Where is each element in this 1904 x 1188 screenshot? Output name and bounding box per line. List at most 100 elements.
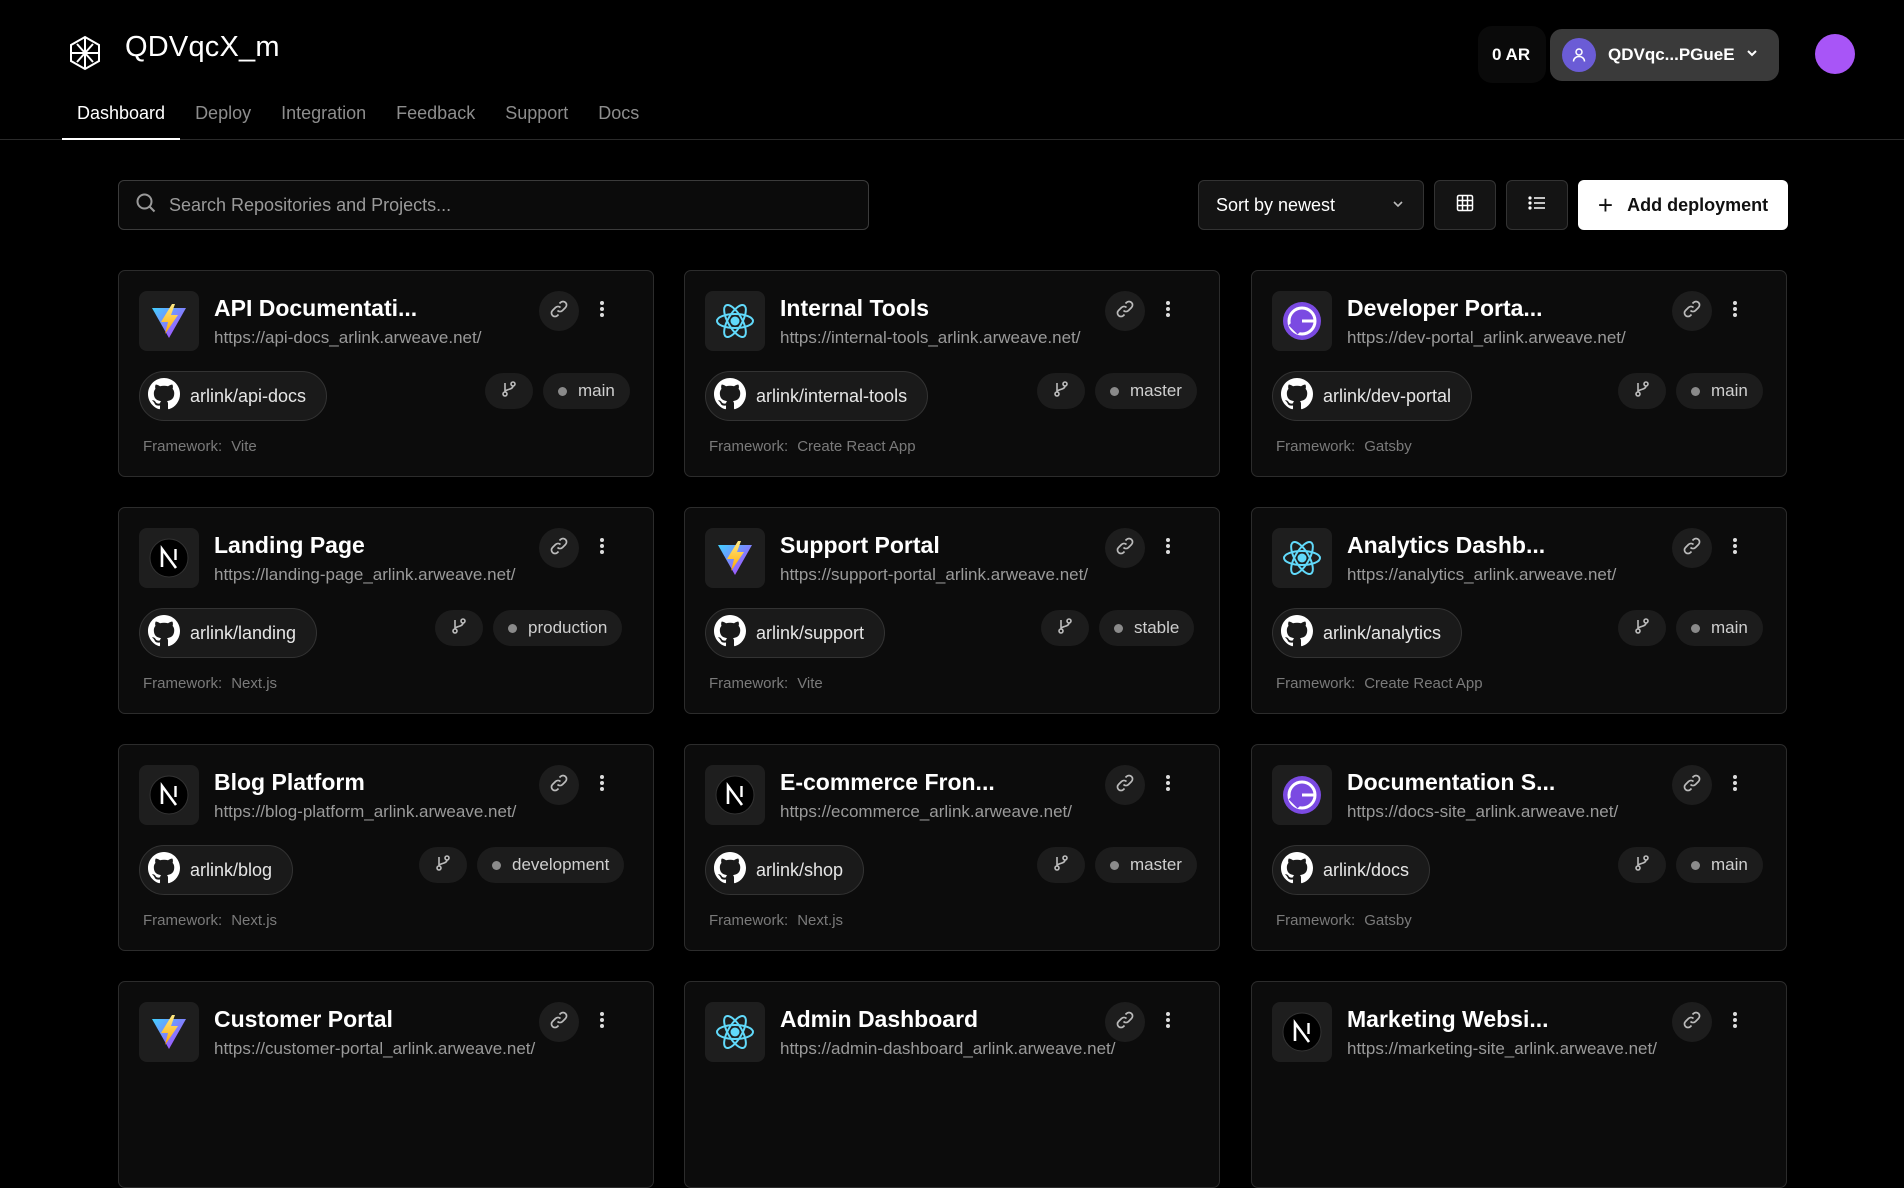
tab-docs[interactable]: Docs	[583, 100, 654, 140]
add-deployment-button[interactable]: + Add deployment	[1578, 180, 1788, 230]
repo-badge[interactable]: arlink/support	[705, 608, 886, 658]
project-url[interactable]: https://dev-portal_arlink.arweave.net/	[1347, 328, 1626, 348]
project-name[interactable]: API Documentati...	[214, 295, 417, 322]
open-link-button[interactable]	[1672, 1002, 1712, 1042]
open-link-button[interactable]	[539, 1002, 579, 1042]
more-options-button[interactable]	[592, 765, 612, 805]
project-name[interactable]: Blog Platform	[214, 769, 365, 796]
repo-badge[interactable]: arlink/shop	[705, 845, 865, 895]
open-link-button[interactable]	[539, 291, 579, 331]
app-logo-icon[interactable]	[66, 34, 104, 72]
more-options-button[interactable]	[1725, 1002, 1745, 1042]
more-options-button[interactable]	[1158, 291, 1178, 331]
project-url[interactable]: https://internal-tools_arlink.arweave.ne…	[780, 328, 1081, 348]
open-link-button[interactable]	[1672, 291, 1712, 331]
project-card[interactable]: Admin Dashboard https://admin-dashboard_a…	[684, 981, 1220, 1188]
project-url[interactable]: https://analytics_arlink.arweave.net/	[1347, 565, 1616, 585]
project-url[interactable]: https://api-docs_arlink.arweave.net/	[214, 328, 481, 348]
open-link-button[interactable]	[539, 765, 579, 805]
project-name[interactable]: Developer Porta...	[1347, 295, 1543, 322]
sort-dropdown[interactable]: Sort by newest	[1198, 180, 1424, 230]
balance-display: 0 AR	[1478, 26, 1547, 83]
open-link-button[interactable]	[1672, 765, 1712, 805]
profile-avatar[interactable]	[1815, 34, 1855, 74]
sort-label: Sort by newest	[1216, 194, 1336, 215]
project-name[interactable]: Admin Dashboard	[780, 1006, 978, 1033]
project-name[interactable]: Internal Tools	[780, 295, 929, 322]
git-branch-button[interactable]	[419, 847, 467, 883]
open-link-button[interactable]	[1105, 1002, 1145, 1042]
more-options-button[interactable]	[1725, 765, 1745, 805]
project-url[interactable]: https://admin-dashboard_arlink.arweave.n…	[780, 1039, 1115, 1059]
project-name[interactable]: Landing Page	[214, 532, 365, 559]
project-card[interactable]: E-commerce Fron... https://ecommerce_arli…	[684, 744, 1220, 951]
project-card[interactable]: Analytics Dashb... https://analytics_arli…	[1251, 507, 1787, 714]
repo-badge[interactable]: arlink/blog	[139, 845, 294, 895]
open-link-button[interactable]	[539, 528, 579, 568]
more-options-button[interactable]	[1725, 528, 1745, 568]
open-link-button[interactable]	[1105, 291, 1145, 331]
project-card[interactable]: Internal Tools https://internal-tools_arl…	[684, 270, 1220, 477]
project-card[interactable]: Blog Platform https://blog-platform_arlin…	[118, 744, 654, 951]
branch-dot-icon	[1114, 623, 1123, 633]
more-options-button[interactable]	[1158, 765, 1178, 805]
git-branch-button[interactable]	[1037, 373, 1085, 409]
more-options-button[interactable]	[592, 528, 612, 568]
repo-badge[interactable]: arlink/api-docs	[139, 371, 328, 421]
wallet-dropdown[interactable]: QDVqc...PGueE	[1550, 29, 1779, 81]
more-options-button[interactable]	[1158, 528, 1178, 568]
tab-integration[interactable]: Integration	[266, 100, 381, 140]
tab-dashboard[interactable]: Dashboard	[62, 100, 181, 140]
grid-view-button[interactable]	[1434, 180, 1496, 230]
search-input[interactable]	[169, 194, 829, 216]
project-card[interactable]: Documentation S... https://docs-site_arli…	[1251, 744, 1787, 951]
project-card[interactable]: Support Portal https://support-portal_arl…	[684, 507, 1220, 714]
project-url[interactable]: https://marketing-site_arlink.arweave.ne…	[1347, 1039, 1657, 1059]
project-url[interactable]: https://landing-page_arlink.arweave.net/	[214, 565, 515, 585]
list-view-button[interactable]	[1506, 180, 1568, 230]
project-url[interactable]: https://docs-site_arlink.arweave.net/	[1347, 802, 1618, 822]
git-branch-button[interactable]	[485, 373, 533, 409]
tab-support[interactable]: Support	[490, 100, 583, 140]
repo-badge[interactable]: arlink/docs	[1272, 845, 1431, 895]
project-name[interactable]: Marketing Websi...	[1347, 1006, 1549, 1033]
project-name[interactable]: Analytics Dashb...	[1347, 532, 1545, 559]
project-card[interactable]: Developer Porta... https://dev-portal_arl…	[1251, 270, 1787, 477]
project-url[interactable]: https://customer-portal_arlink.arweave.n…	[214, 1039, 535, 1059]
more-options-button[interactable]	[1158, 1002, 1178, 1042]
git-branch-button[interactable]	[1618, 610, 1666, 646]
more-vertical-icon	[599, 299, 605, 324]
git-branch-button[interactable]	[435, 610, 483, 646]
project-url[interactable]: https://ecommerce_arlink.arweave.net/	[780, 802, 1072, 822]
git-branch-button[interactable]	[1041, 610, 1089, 646]
search-box[interactable]	[118, 180, 869, 230]
add-deployment-label: Add deployment	[1627, 194, 1769, 215]
open-link-button[interactable]	[1105, 528, 1145, 568]
git-branch-button[interactable]	[1037, 847, 1085, 883]
more-options-button[interactable]	[592, 1002, 612, 1042]
project-name[interactable]: E-commerce Fron...	[780, 769, 995, 796]
github-icon	[714, 614, 746, 652]
repo-badge[interactable]: arlink/dev-portal	[1272, 371, 1473, 421]
project-url[interactable]: https://blog-platform_arlink.arweave.net…	[214, 802, 516, 822]
repo-badge[interactable]: arlink/landing	[139, 608, 318, 658]
project-name[interactable]: Documentation S...	[1347, 769, 1555, 796]
repo-badge[interactable]: arlink/analytics	[1272, 608, 1463, 658]
more-options-button[interactable]	[592, 291, 612, 331]
repo-badge[interactable]: arlink/internal-tools	[705, 371, 929, 421]
project-name[interactable]: Customer Portal	[214, 1006, 393, 1033]
more-options-button[interactable]	[1725, 291, 1745, 331]
tab-deploy[interactable]: Deploy	[180, 100, 266, 140]
project-url[interactable]: https://support-portal_arlink.arweave.ne…	[780, 565, 1088, 585]
open-link-button[interactable]	[1672, 528, 1712, 568]
project-card[interactable]: Marketing Websi... https://marketing-site…	[1251, 981, 1787, 1188]
git-branch-button[interactable]	[1618, 847, 1666, 883]
project-card[interactable]: Landing Page https://landing-page_arlink.…	[118, 507, 654, 714]
git-branch-button[interactable]	[1618, 373, 1666, 409]
open-link-button[interactable]	[1105, 765, 1145, 805]
framework-name: Create React App	[797, 438, 916, 455]
project-card[interactable]: Customer Portal https://customer-portal_a…	[118, 981, 654, 1188]
project-name[interactable]: Support Portal	[780, 532, 940, 559]
tab-feedback[interactable]: Feedback	[381, 100, 490, 140]
project-card[interactable]: API Documentati... https://api-docs_arlin…	[118, 270, 654, 477]
